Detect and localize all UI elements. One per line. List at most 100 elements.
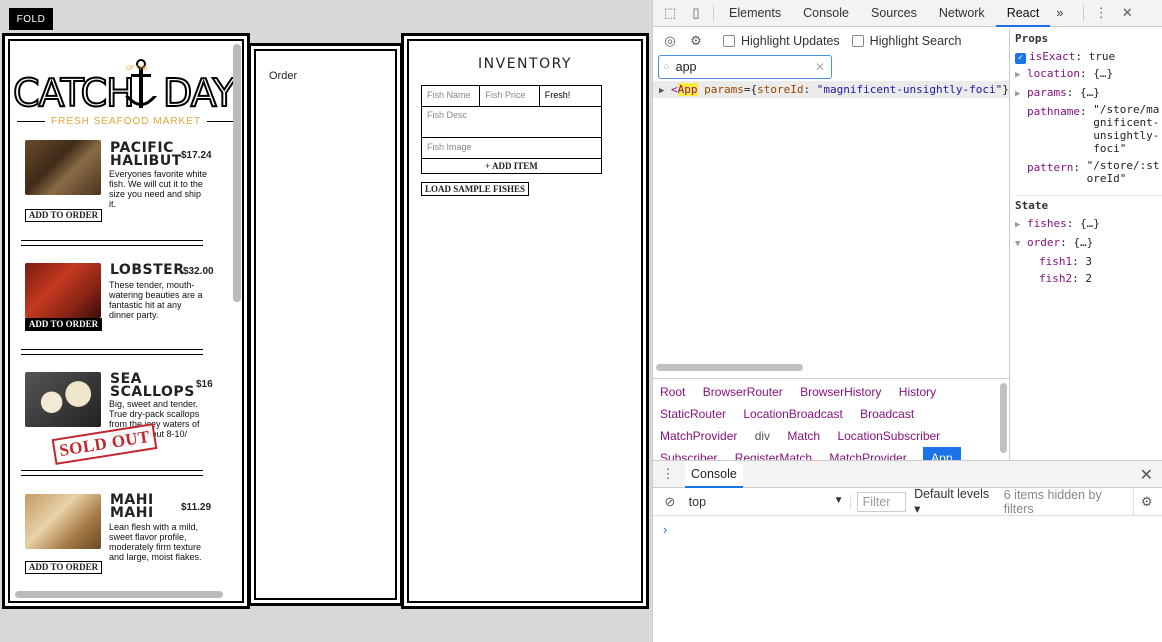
expand-triangle-icon[interactable]: ▶ [1015,217,1027,234]
gear-icon[interactable]: ⚙ [683,28,709,55]
prop-key: pattern [1027,161,1074,174]
fish-status-select[interactable]: Fresh! [540,86,601,106]
vertical-scrollbar[interactable] [1000,383,1007,453]
clear-console-icon[interactable]: ⊘ [657,488,683,515]
state-value: {…} [1080,217,1100,230]
collapse-triangle-icon[interactable]: ▼ [1015,236,1027,253]
divider [1083,5,1085,21]
tab-console[interactable]: Console [792,0,860,27]
kebab-menu-icon[interactable]: ⋮ [655,461,681,488]
inspect-element-icon[interactable]: ⬚ [657,0,683,27]
more-tabs-button[interactable]: » [1050,0,1069,27]
divider [21,470,203,476]
device-toggle-icon[interactable]: ▯ [683,0,709,27]
state-row[interactable]: ▶ fishes: {…} [1015,215,1162,234]
prop-row[interactable]: ▶ location: {…} [1015,65,1162,84]
prop-name: params [704,83,744,96]
highlight-updates-label: Highlight Updates [741,34,840,48]
expand-triangle-icon[interactable]: ▶ [1015,86,1027,103]
log-levels-select[interactable]: Default levels ▾ [914,487,998,516]
prop-row: ✓ isExact: true [1015,48,1162,65]
fish-price: $32.00 [183,266,214,277]
breadcrumb-item[interactable]: LocationSubscriber [836,425,941,447]
fish-price: $17.24 [181,150,212,161]
tab-react[interactable]: React [995,0,1051,27]
add-to-order-button[interactable]: ADD TO ORDER [25,561,102,574]
checkbox-icon [851,35,864,47]
prop-row: pattern: "/store/:storeId" [1015,159,1162,185]
highlight-updates-toggle[interactable]: Highlight Updates [723,34,840,48]
tab-console-drawer[interactable]: Console [685,460,743,488]
tab-network[interactable]: Network [928,0,996,27]
divider [21,240,203,246]
expand-triangle-icon[interactable]: ▶ [659,86,664,96]
highlight-search-toggle[interactable]: Highlight Search [851,34,962,48]
breadcrumb-item-selected[interactable]: App [923,447,961,461]
close-icon[interactable]: ✕ [1114,0,1140,27]
checkbox-icon[interactable]: ✓ [1015,53,1026,64]
fish-name: Pacific Halibut [110,140,182,169]
fish-price: $11.29 [181,502,212,513]
props-pane: Props ✓ isExact: true ▶ location: {…} ▶ par… [1011,28,1162,460]
fish-image-input[interactable]: Fish Image [422,138,601,158]
breadcrumb-item[interactable]: div [754,425,771,447]
add-item-button[interactable]: + ADD ITEM [422,159,601,173]
breadcrumb-item[interactable]: BrowserHistory [799,381,882,403]
order-title: Order [269,70,298,82]
react-toolbar: ◎ ⚙ Highlight Updates Highlight Search [653,28,1009,54]
search-icon: ○ [663,61,670,73]
prop-row: pathname: "/store/magnificent-unsightly-… [1015,103,1162,155]
breadcrumb-item[interactable]: Root [659,381,686,403]
fish-name-input[interactable]: Fish Name [422,86,481,106]
target-icon[interactable]: ◎ [657,28,683,55]
fish-desc: Everyones favorite white fish. We will c… [109,169,208,209]
tree-row-app[interactable]: ▶ <App params={storeId: "magnificent-uns… [653,81,1009,98]
component-search-input[interactable]: ○ app ✕ [658,55,832,79]
horizontal-scrollbar[interactable] [656,364,803,371]
tab-elements[interactable]: Elements [718,0,792,27]
prop-key: params [1027,86,1067,99]
breadcrumb-item[interactable]: Match [786,425,821,447]
load-sample-fishes-button[interactable]: LOAD SAMPLE FISHES [421,182,530,196]
inventory-title: INVENTORY [478,56,572,72]
console-toolbar: ⊘ top ▼ Filter Default levels ▾ 6 items h… [653,487,1162,516]
clear-search-icon[interactable]: ✕ [815,60,825,74]
breadcrumb-item[interactable]: LocationBroadcast [742,403,843,425]
fish-price-input[interactable]: Fish Price [480,86,540,106]
breadcrumb-item[interactable]: History [898,381,937,403]
close-icon[interactable]: ✕ [1140,465,1153,485]
breadcrumb-item[interactable]: StaticRouter [659,403,727,425]
vertical-scrollbar[interactable] [233,44,241,302]
fish-price: $16 [196,379,213,390]
prop-value: "/store/magnificent-unsightly-foci" [1093,103,1160,155]
breadcrumb-item[interactable]: MatchProvider [828,447,907,461]
prop-row[interactable]: ▶ params: {…} [1015,84,1162,103]
state-key: fish1 [1039,255,1073,268]
add-to-order-button[interactable]: ADD TO ORDER [25,209,102,222]
breadcrumb-item[interactable]: Broadcast [859,403,915,425]
prop-value: {…} [1093,67,1114,80]
gear-icon[interactable]: ⚙ [1133,488,1159,515]
kebab-menu-icon[interactable]: ⋮ [1088,0,1114,27]
expand-triangle-icon[interactable]: ▶ [1015,67,1027,84]
react-tree-pane: ◎ ⚙ Highlight Updates Highlight Search ○… [653,28,1010,461]
fold-button[interactable]: FOLD [9,8,53,30]
fish-desc: Lean flesh with a mild, sweet flavor pro… [109,522,202,562]
add-to-order-button[interactable]: ADD TO ORDER [25,318,102,331]
breadcrumb-item[interactable]: MatchProvider [659,425,738,447]
fish-desc-textarea[interactable]: Fish Desc [422,107,601,137]
highlight-search-label: Highlight Search [869,34,962,48]
breadcrumb-item[interactable]: RegisterMatch [734,447,813,461]
breadcrumb-item[interactable]: BrowserRouter [702,381,784,403]
tab-sources[interactable]: Sources [860,0,928,27]
horizontal-scrollbar[interactable] [15,591,223,598]
fish-name: Mahi Mahi [110,492,154,521]
state-row[interactable]: ▼ order: {…} [1015,234,1162,253]
context-select[interactable]: top ▼ [683,494,851,509]
filter-input[interactable]: Filter [856,491,907,512]
breadcrumb-item[interactable]: Subscriber [659,447,718,461]
console-prompt[interactable]: › [653,516,1162,543]
fish-name: Sea Scallops [110,371,195,400]
devtools-tabbar: ⬚ ▯ Elements Console Sources Network Rea… [653,0,1162,27]
